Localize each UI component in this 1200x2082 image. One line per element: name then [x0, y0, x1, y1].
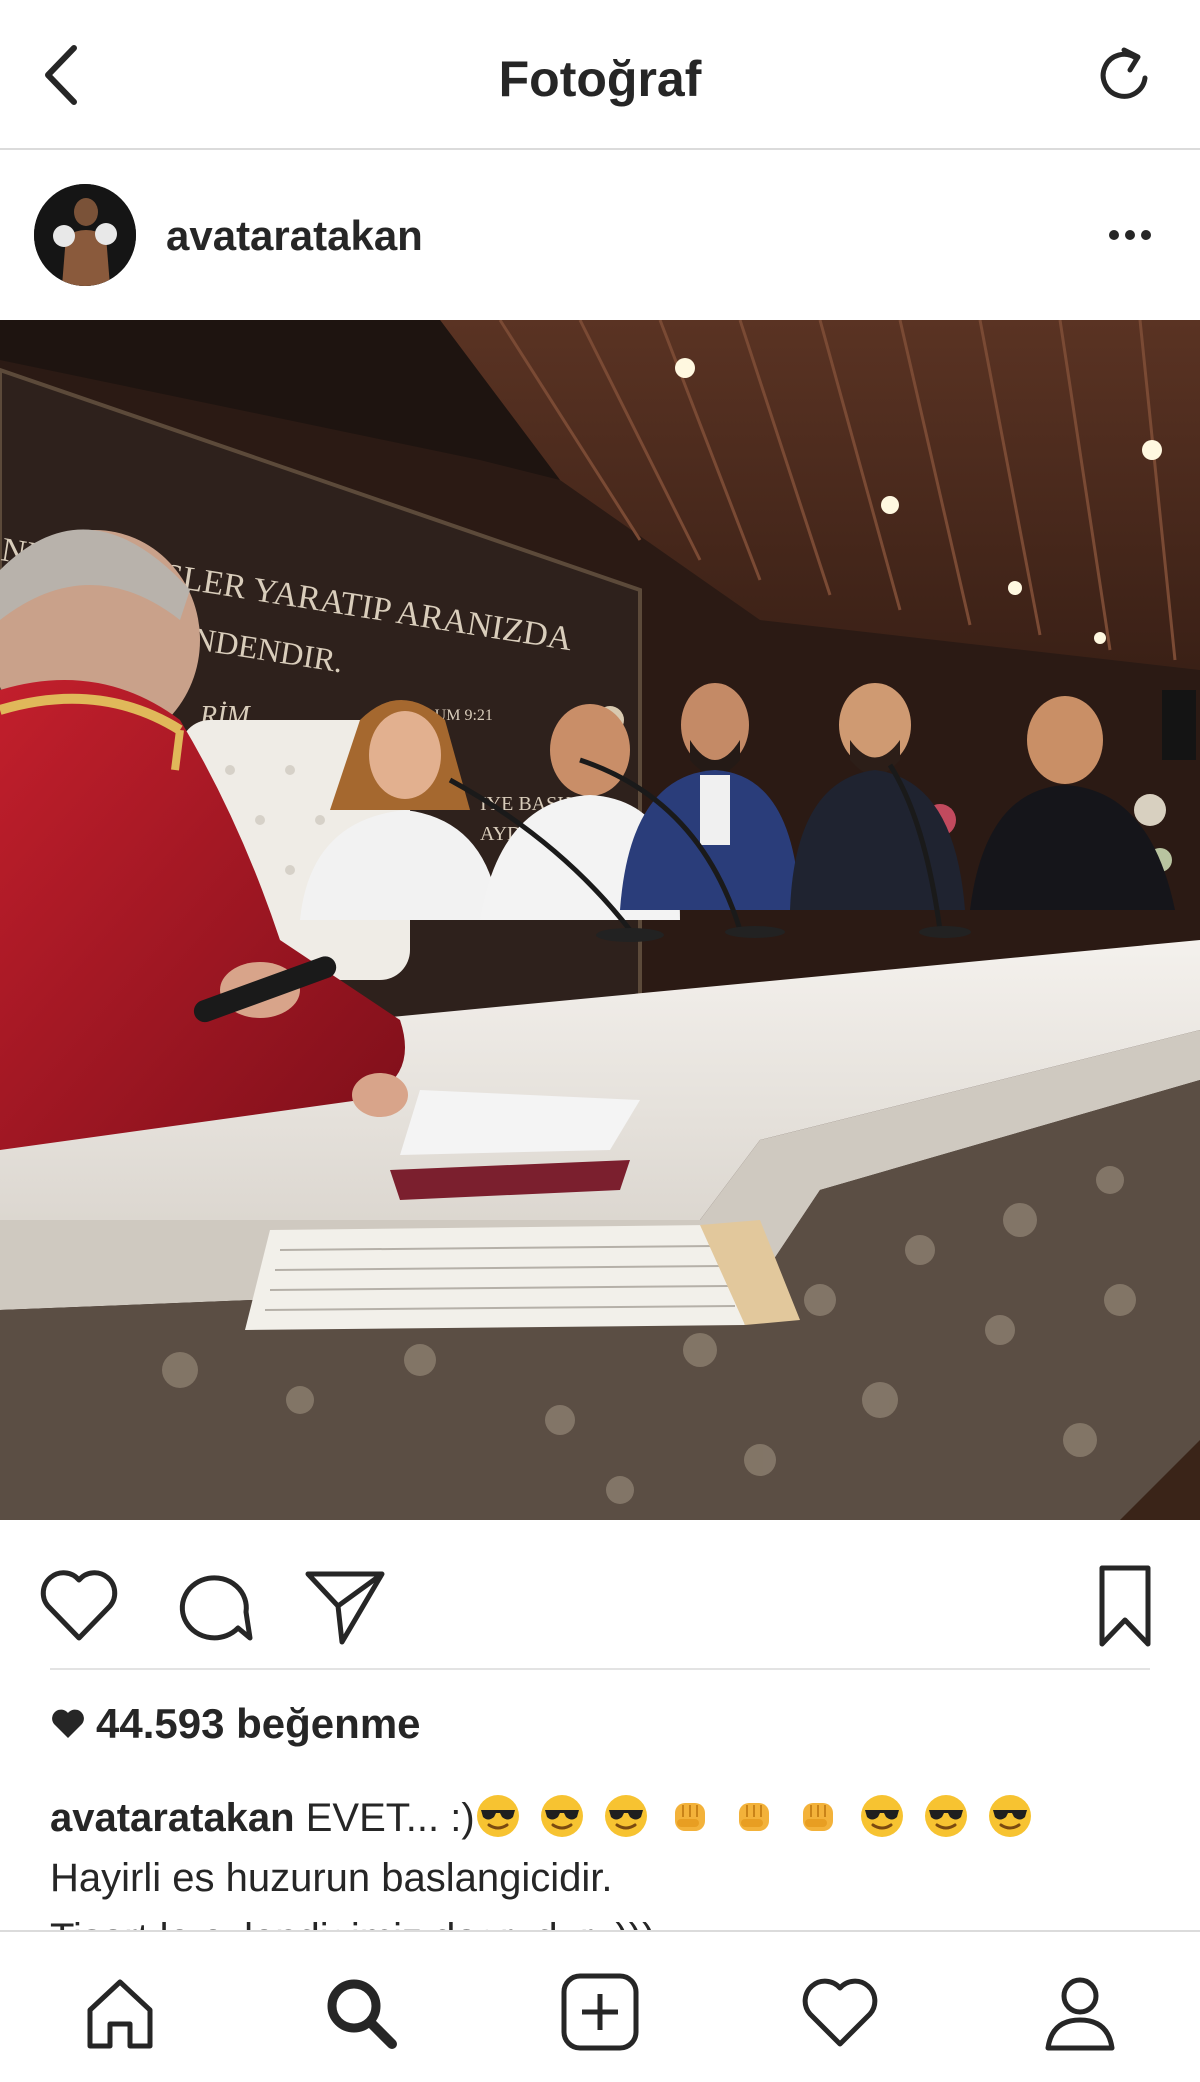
boxer-avatar-image: [34, 184, 136, 286]
page-title: Fotoğraf: [498, 51, 702, 107]
sunglasses-emoji: [988, 1795, 1031, 1837]
fist-emoji: [738, 1803, 769, 1831]
comment-icon[interactable]: [168, 1560, 258, 1650]
sunglasses-emoji: [476, 1795, 519, 1837]
more-dots-icon[interactable]: [1100, 220, 1160, 250]
heart-outline-icon[interactable]: [34, 1560, 124, 1650]
fist-emoji: [674, 1803, 705, 1831]
sunglasses-emoji: [860, 1795, 903, 1837]
heart-filled-icon: [52, 1709, 84, 1738]
bookmark-icon[interactable]: [1080, 1560, 1170, 1650]
profile-icon[interactable]: [1038, 1970, 1122, 2054]
like-count[interactable]: 44.593 beğenme: [50, 1700, 421, 1748]
fist-emoji: [802, 1803, 833, 1831]
add-post-icon[interactable]: [558, 1970, 642, 2054]
avatar[interactable]: [34, 184, 136, 286]
bottom-navigation-bar: [0, 1930, 1200, 2082]
post-username[interactable]: avataratakan: [166, 212, 423, 260]
post-header: avataratakan: [0, 150, 1200, 320]
activity-heart-icon[interactable]: [798, 1970, 882, 2054]
top-navigation-bar: Fotoğraf: [0, 0, 1200, 150]
sunglasses-emoji: [924, 1795, 967, 1837]
home-icon[interactable]: [78, 1970, 162, 2054]
paper-plane-icon[interactable]: [300, 1560, 390, 1650]
wedding-ceremony-photo: NIZDEN, ESLER YARATIP ARANIZDA DE VETLER…: [0, 320, 1200, 1520]
divider: [50, 1668, 1150, 1670]
like-count-text: 44.593 beğenme: [96, 1700, 421, 1747]
caption-line-2: Hayirli es huzurun baslangicidir.: [50, 1856, 613, 1900]
caption-line-3: Tisort le evlendigimiz dogrudur :))): [50, 1908, 1160, 1930]
refresh-icon[interactable]: [1090, 40, 1160, 110]
post-photo[interactable]: NIZDEN, ESLER YARATIP ARANIZDA DE VETLER…: [0, 320, 1200, 1520]
caption-emojis: [475, 1795, 1051, 1840]
caption-text: EVET... :): [305, 1796, 475, 1840]
caption-username[interactable]: avataratakan: [50, 1796, 295, 1840]
sunglasses-emoji: [540, 1795, 583, 1837]
search-icon[interactable]: [318, 1970, 402, 2054]
caption-container: avataratakan EVET... :) Hayirli es huzur…: [0, 1788, 1200, 1930]
sunglasses-emoji: [604, 1795, 647, 1837]
post-actions-bar: [0, 1520, 1200, 1670]
caption: avataratakan EVET... :) Hayirli es huzur…: [50, 1788, 1160, 1930]
